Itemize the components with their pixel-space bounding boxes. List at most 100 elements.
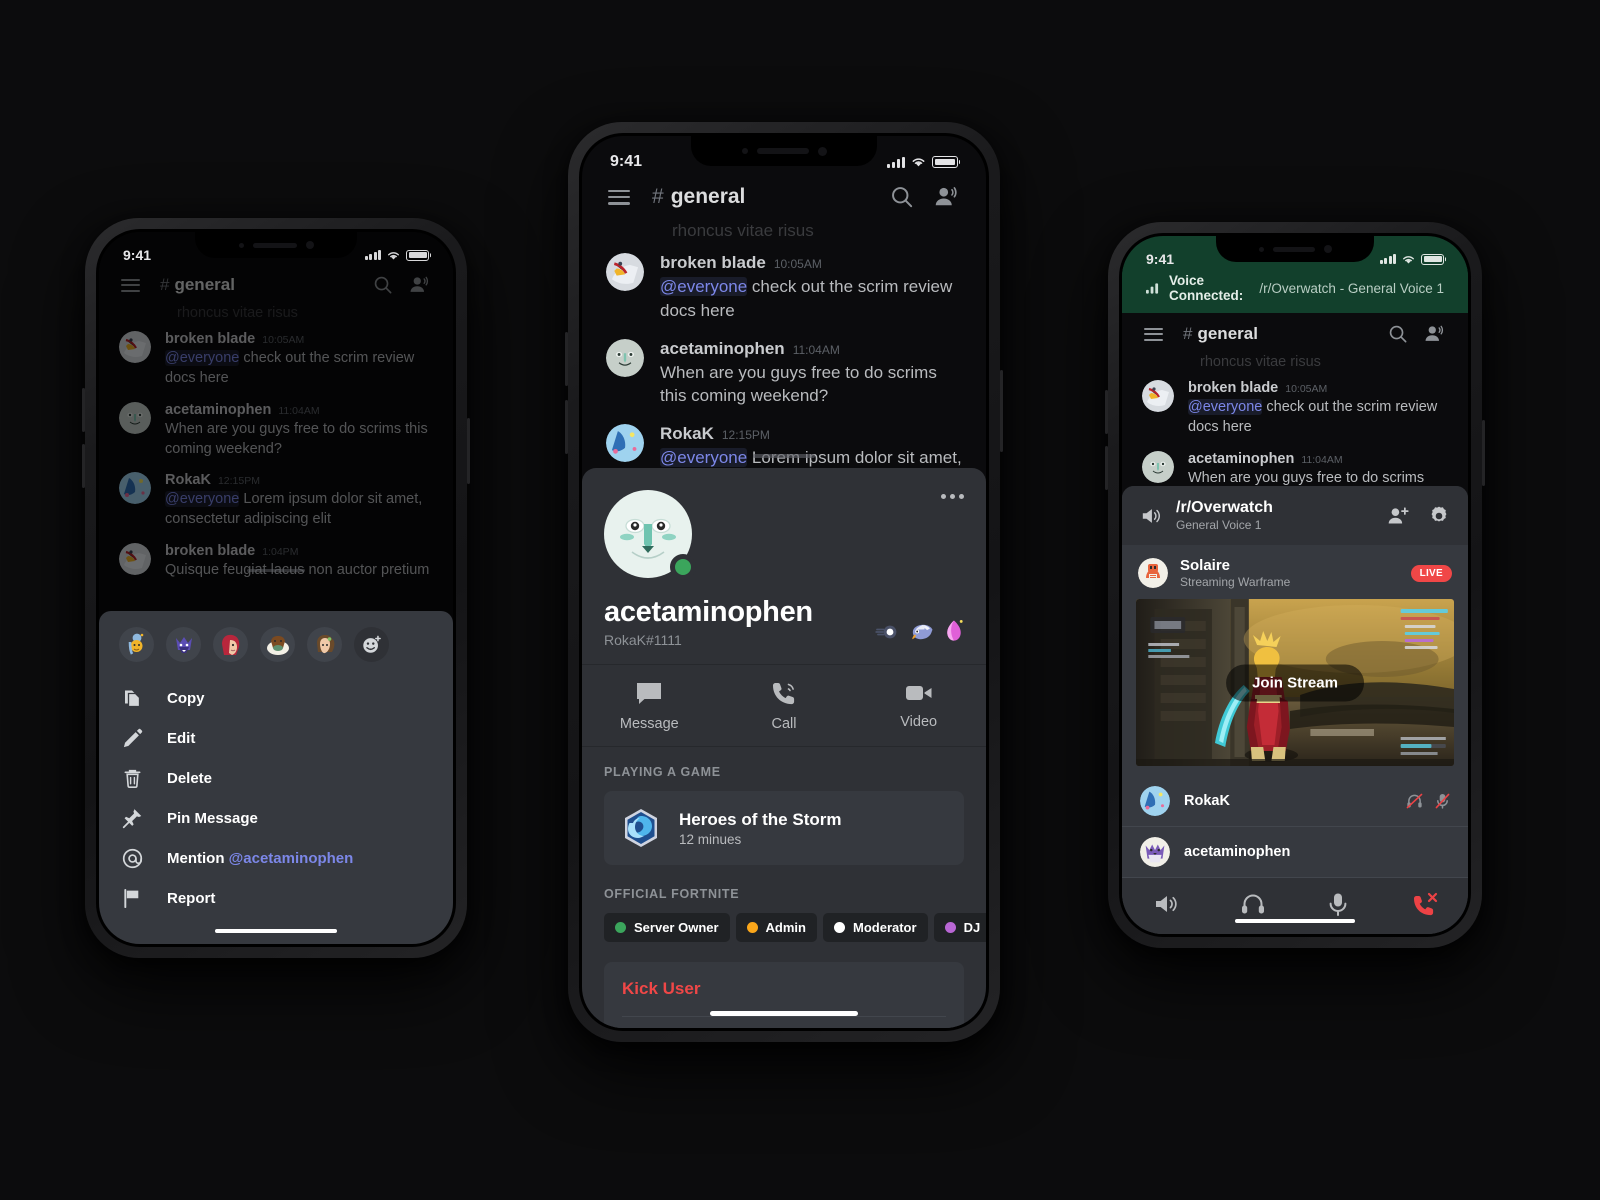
voice-user-row[interactable]: RokaK	[1122, 776, 1468, 827]
voice-controls[interactable]	[1122, 878, 1468, 934]
message-row[interactable]: RokaK 12:15PM @everyone Lorem ipsum dolo…	[606, 424, 962, 470]
join-stream-button[interactable]: Join Stream	[1226, 664, 1364, 701]
search-icon[interactable]	[890, 185, 914, 209]
gear-icon[interactable]	[1428, 505, 1450, 527]
menu-item-delete[interactable]: Delete	[119, 758, 433, 798]
avatar[interactable]	[1140, 786, 1170, 816]
role-chip[interactable]: DJ	[933, 913, 986, 942]
cellular-icon	[1379, 254, 1396, 264]
power-button[interactable]	[1482, 420, 1485, 486]
volume-up-button[interactable]	[1105, 390, 1108, 434]
mute-toggle[interactable]	[1327, 892, 1349, 916]
menu-icon[interactable]	[1144, 327, 1163, 341]
kick-user-button[interactable]: Kick User	[604, 962, 964, 1016]
menu-item-report[interactable]: Report	[119, 878, 433, 918]
video-action[interactable]: Video	[851, 681, 986, 732]
volume-down-button[interactable]	[565, 400, 568, 454]
stream-block[interactable]: Solaire Streaming Warframe LIVE Join Str…	[1122, 545, 1468, 776]
badge-nitro-boost-fish[interactable]	[909, 621, 934, 643]
message-list[interactable]: rhoncus vitae risus broken blade 10:05AM…	[1122, 352, 1468, 508]
emoji-flower-girl[interactable]	[307, 627, 342, 662]
volume-down-button[interactable]	[1105, 446, 1108, 490]
emoji-purple-fox[interactable]	[166, 627, 201, 662]
game-activity-card[interactable]: Heroes of the Storm 12 minues	[604, 791, 964, 865]
disconnect-button[interactable]	[1410, 892, 1438, 916]
avatar[interactable]	[1142, 450, 1174, 483]
avatar[interactable]	[1138, 558, 1168, 588]
copy-icon	[121, 687, 143, 709]
device-notch	[195, 232, 357, 258]
hash-icon: #	[652, 185, 664, 208]
menu-item-mention[interactable]: Mention @acetaminophen	[119, 838, 433, 878]
badge-nitro-gem[interactable]	[944, 619, 964, 644]
menu-label: Delete	[167, 769, 213, 787]
message-partial-top: rhoncus vitae risus	[672, 221, 814, 240]
menu-icon[interactable]	[608, 189, 630, 205]
phone-left: 9:41 #	[82, 218, 470, 958]
more-options-icon[interactable]	[941, 494, 964, 499]
role-chip[interactable]: Server Owner	[604, 913, 730, 942]
action-label: Call	[771, 716, 797, 732]
profile-actions[interactable]: Message Call Video	[582, 664, 986, 747]
avatar[interactable]	[606, 338, 644, 377]
message-row[interactable]: broken blade 10:05AM @everyone check out…	[606, 253, 962, 323]
emoji-red-hair-girl[interactable]	[213, 627, 248, 662]
members-icon[interactable]	[934, 185, 960, 209]
power-button[interactable]	[1000, 370, 1003, 452]
mention-everyone[interactable]: @everyone	[660, 277, 748, 296]
action-label: Video	[900, 714, 938, 730]
message-author: RokaK	[660, 424, 714, 444]
stream-thumbnail[interactable]: Join Stream	[1136, 599, 1454, 766]
power-button[interactable]	[467, 418, 470, 484]
badge-hypesquad-comet[interactable]	[875, 620, 899, 644]
danger-actions[interactable]: Kick User Ban User	[604, 962, 964, 1028]
role-color-dot	[944, 922, 956, 933]
voice-user-name: acetaminophen	[1184, 844, 1291, 860]
voice-channel-panel[interactable]: /r/Overwatch General Voice 1 Solaire Str…	[1122, 486, 1468, 934]
mention-target[interactable]: @acetaminophen	[229, 850, 354, 867]
search-icon[interactable]	[1388, 324, 1408, 344]
mention-everyone[interactable]: @everyone	[1188, 399, 1263, 415]
menu-item-edit[interactable]: Edit	[119, 718, 433, 758]
message-action[interactable]: Message	[582, 681, 717, 732]
menu-item-copy[interactable]: Copy	[119, 678, 433, 718]
avatar[interactable]	[604, 490, 696, 580]
avatar[interactable]	[606, 253, 644, 291]
emoji-dog-bowl[interactable]	[260, 627, 295, 662]
avatar[interactable]	[606, 424, 644, 463]
mention-everyone[interactable]: @everyone	[660, 448, 748, 468]
speaker-toggle[interactable]	[1153, 892, 1179, 916]
at-icon	[121, 847, 143, 869]
message-row[interactable]: acetaminophen 11:04AM When are you guys …	[606, 338, 962, 409]
message-context-sheet[interactable]: Copy Edit Delete Pin Message Mention @ac…	[99, 611, 453, 944]
message-author: broken blade	[660, 253, 766, 272]
volume-up-button[interactable]	[82, 388, 85, 432]
quick-reactions-row[interactable]	[119, 627, 433, 662]
emoji-blue-hat-person[interactable]	[119, 627, 154, 662]
video-icon	[904, 681, 934, 705]
muted-icon	[1435, 793, 1450, 809]
volume-down-button[interactable]	[82, 444, 85, 488]
voice-panel-header[interactable]: /r/Overwatch General Voice 1	[1122, 486, 1468, 545]
menu-item-pin-message[interactable]: Pin Message	[119, 798, 433, 838]
role-chip[interactable]: Admin	[735, 913, 817, 942]
deafen-toggle[interactable]	[1240, 892, 1266, 916]
role-label: Server Owner	[634, 920, 719, 935]
profile-badges[interactable]	[875, 619, 964, 644]
deafened-icon	[1406, 793, 1423, 809]
members-icon[interactable]	[1424, 324, 1446, 344]
user-profile-card[interactable]: acetaminophen RokaK#1111 Message Call Vi…	[582, 468, 986, 1028]
call-action[interactable]: Call	[717, 681, 852, 732]
ban-user-button[interactable]: Ban User	[604, 1017, 964, 1028]
message-row[interactable]: broken blade 10:05AM @everyone check out…	[1142, 380, 1448, 438]
role-chip[interactable]: Moderator	[823, 913, 928, 942]
message-list[interactable]: rhoncus vitae risus broken blade 10:05AM…	[582, 219, 986, 470]
add-reaction-icon[interactable]	[354, 627, 389, 662]
voice-connected-banner[interactable]: Voice Connected: /r/Overwatch - General …	[1122, 267, 1468, 313]
volume-up-button[interactable]	[565, 332, 568, 386]
avatar[interactable]	[1142, 380, 1174, 412]
avatar[interactable]	[1140, 837, 1170, 867]
invite-people-icon[interactable]	[1387, 506, 1410, 526]
voice-user-row[interactable]: acetaminophen	[1122, 827, 1468, 878]
menu-label: Report	[167, 889, 216, 907]
